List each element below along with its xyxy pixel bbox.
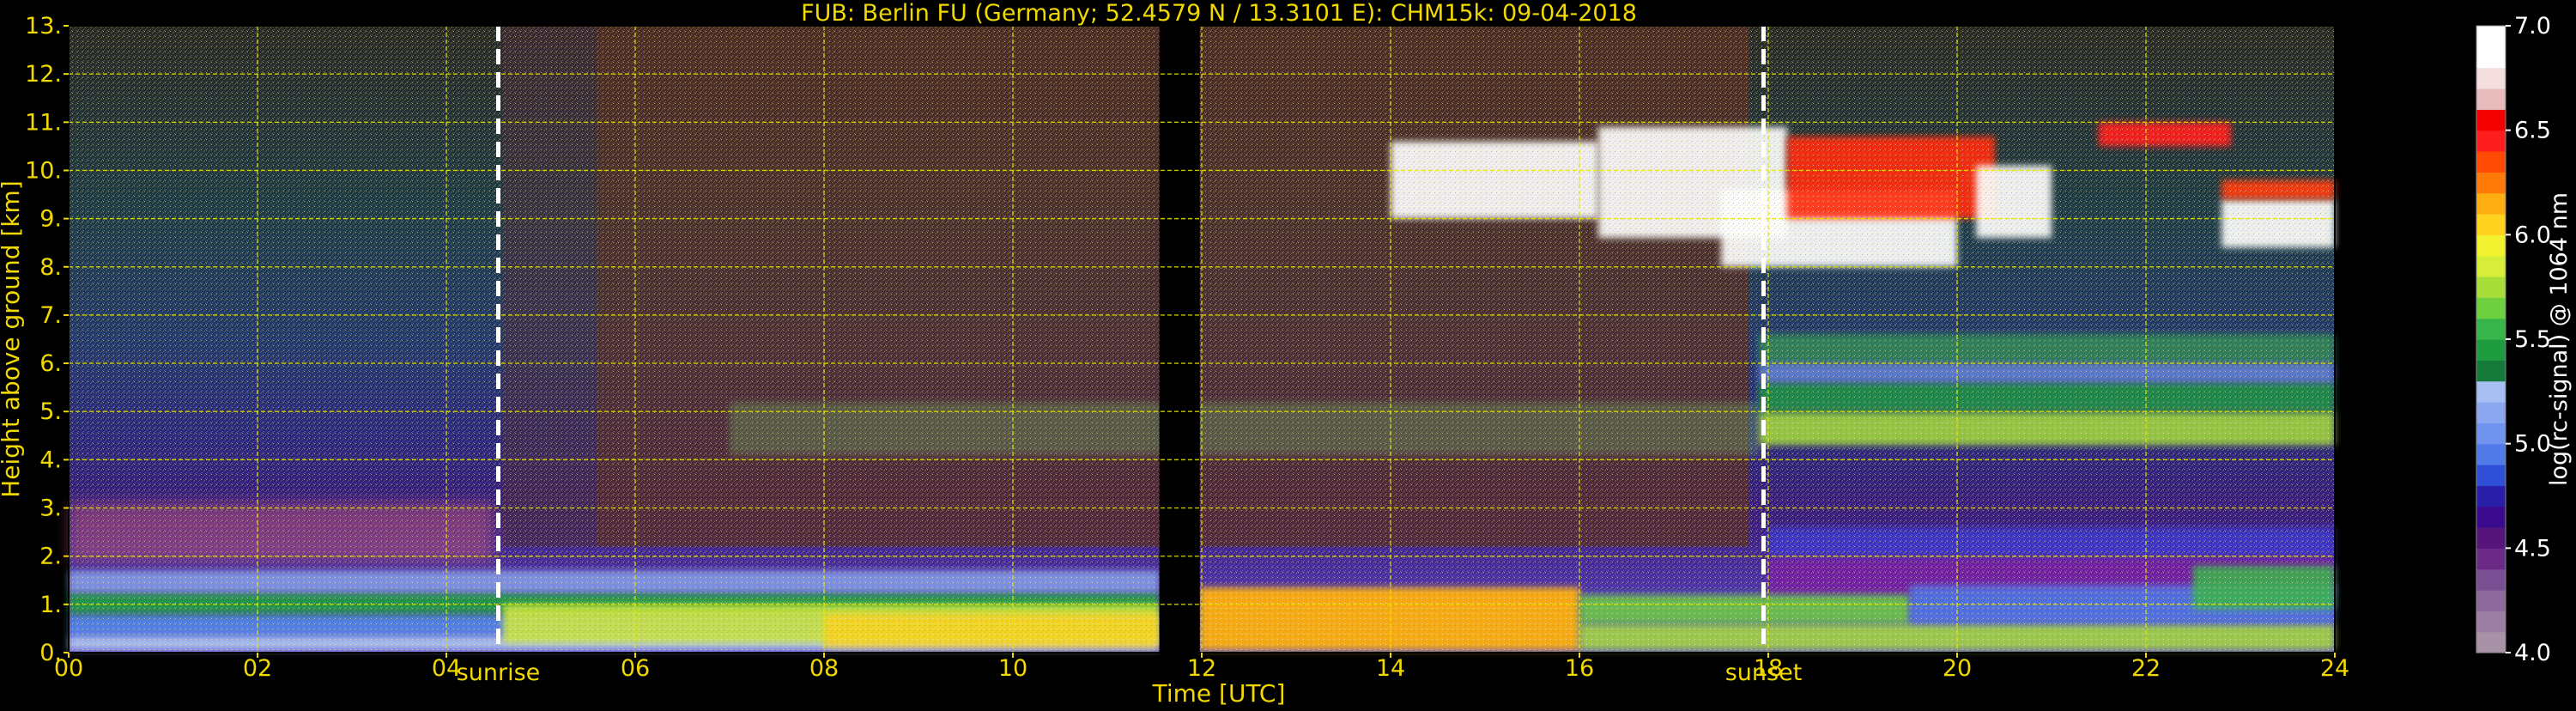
colorbar-cell <box>2476 402 2506 423</box>
colorbar-cell <box>2476 506 2506 528</box>
colorbar-cell <box>2476 151 2506 173</box>
colorbar-cell <box>2476 611 2506 633</box>
colorbar-cell <box>2476 255 2506 277</box>
x-axis-label: Time [UTC] <box>1152 679 1286 708</box>
y-tick-label: 0. <box>39 640 62 666</box>
x-tick-label: 22 <box>2131 655 2161 682</box>
x-tick-label: 08 <box>809 655 839 682</box>
x-tick-label: 10 <box>998 655 1027 682</box>
colorbar-cell <box>2476 109 2506 131</box>
colorbar-label: log(rc-signal) @ 1064 nm <box>2546 192 2573 486</box>
chart-title: FUB: Berlin FU (Germany; 52.4579 N / 13.… <box>801 0 1637 27</box>
y-axis-label: Height above ground [km] <box>0 180 25 498</box>
y-tick-label: 1. <box>39 592 62 618</box>
sunrise-label: sunrise <box>457 659 541 686</box>
x-tick-label: 16 <box>1565 655 1594 682</box>
colorbar-cell <box>2476 339 2506 361</box>
colorbar-cell <box>2476 67 2506 89</box>
colorbar-cell <box>2476 318 2506 340</box>
colorbar-cell <box>2476 130 2506 152</box>
colorbar-cell <box>2476 631 2506 653</box>
colorbar-cell <box>2476 465 2506 486</box>
colorbar-cell <box>2476 548 2506 570</box>
y-tick-label: 11. <box>25 109 62 136</box>
colorbar-cell <box>2476 26 2506 47</box>
colorbar-cell <box>2476 443 2506 465</box>
colorbar-cell <box>2476 527 2506 549</box>
data-gap <box>1159 26 1200 653</box>
y-tick-label: 6. <box>39 350 62 377</box>
y-tick-label: 5. <box>39 398 62 425</box>
x-tick-label: 04 <box>432 655 461 682</box>
colorbar-tick-label: 6.5 <box>2514 118 2551 144</box>
x-tick-label: 24 <box>2320 655 2349 682</box>
colorbar-tick-label: 4.0 <box>2514 640 2551 666</box>
colorbar-cell <box>2476 422 2506 445</box>
y-tick-label: 12. <box>25 61 62 88</box>
colorbar-cell <box>2476 192 2506 215</box>
colorbar-cell <box>2476 360 2506 382</box>
x-tick-label: 20 <box>1943 655 1972 682</box>
y-tick-label: 7. <box>39 302 62 329</box>
colorbar-cell <box>2476 485 2506 507</box>
x-tick-label: 12 <box>1187 655 1216 682</box>
x-tick-label: 18 <box>1754 655 1783 682</box>
y-tick-label: 8. <box>39 254 62 281</box>
colorbar-cell <box>2476 46 2506 69</box>
colorbar-cell <box>2476 297 2506 319</box>
ceilometer-chart: sunrise sunset 00 02 04 06 08 10 12 14 16 18 20 22 24 0… <box>0 0 2576 708</box>
y-tick-label: 3. <box>39 495 62 522</box>
y-tick-label: 4. <box>39 447 62 473</box>
colorbar-cell <box>2476 276 2506 298</box>
colorbar-cell <box>2476 380 2506 403</box>
y-tick-label: 2. <box>39 544 62 570</box>
y-tick-label: 10. <box>25 157 62 184</box>
chart-svg: sunrise sunset00 02 04 06 08 10 12 14 16 18 20 22 240… <box>0 0 2573 708</box>
colorbar-cell <box>2476 214 2506 235</box>
colorbar-cell <box>2476 590 2506 611</box>
colorbar-tick-label: 7.0 <box>2514 13 2551 40</box>
x-tick-label: 02 <box>243 655 272 682</box>
colorbar-cell <box>2476 88 2506 110</box>
colorbar-cell <box>2476 234 2506 257</box>
colorbar-tick-label: 4.5 <box>2514 535 2551 562</box>
x-tick-label: 14 <box>1376 655 1405 682</box>
colorbar-cell <box>2476 568 2506 591</box>
y-tick-label: 13. <box>25 13 62 40</box>
y-tick-label: 9. <box>39 206 62 233</box>
x-tick-label: 06 <box>621 655 650 682</box>
colorbar-cell <box>2476 172 2506 194</box>
